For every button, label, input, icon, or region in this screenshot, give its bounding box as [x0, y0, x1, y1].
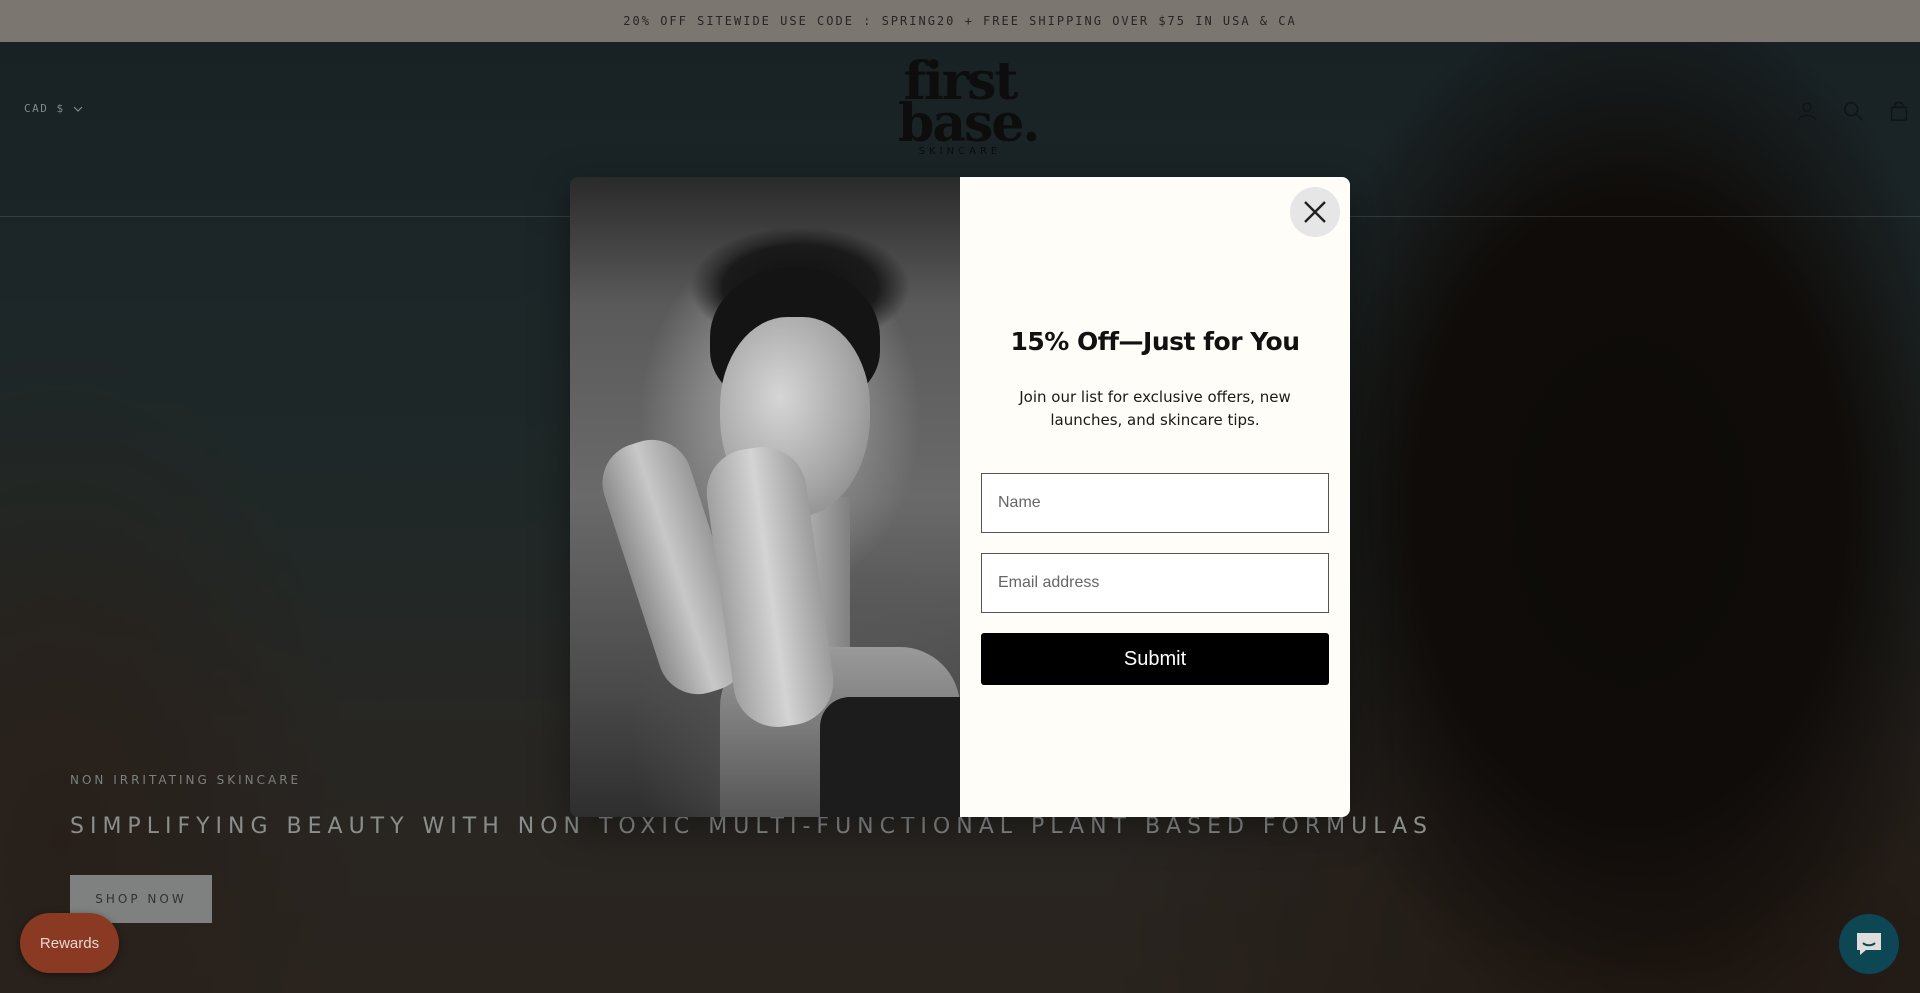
email-input[interactable] — [981, 553, 1329, 613]
brand-logo[interactable]: first base. SKINCARE — [898, 56, 1041, 160]
currency-selector[interactable]: CAD $ — [24, 102, 83, 115]
cart-icon[interactable] — [1886, 98, 1912, 124]
chevron-down-icon — [73, 106, 83, 112]
close-icon — [1304, 201, 1326, 223]
rewards-button[interactable]: Rewards — [20, 913, 119, 973]
popup-description: Join our list for exclusive offers, new … — [1019, 388, 1291, 429]
header-icons — [1794, 98, 1920, 124]
announcement-bar: 20% OFF SITEWIDE USE CODE : SPRING20 + F… — [0, 0, 1920, 42]
name-input[interactable] — [981, 473, 1329, 533]
search-icon[interactable] — [1840, 98, 1866, 124]
popup-form: 15% Off—Just for You Join our list for e… — [960, 177, 1350, 817]
announcement-text: 20% OFF SITEWIDE USE CODE : SPRING20 + F… — [623, 14, 1297, 28]
logo-line-2: base. — [898, 93, 1041, 154]
submit-button[interactable]: Submit — [981, 633, 1329, 685]
popup-title: 15% Off—Just for You — [1010, 327, 1300, 356]
signup-popup: 15% Off—Just for You Join our list for e… — [570, 177, 1350, 817]
hero-subtitle: NON IRRITATING SKINCARE — [70, 773, 302, 787]
chat-icon[interactable] — [1839, 914, 1899, 974]
close-popup-button[interactable] — [1290, 187, 1340, 237]
popup-image — [570, 177, 960, 817]
hero-title: SIMPLIFYING BEAUTY WITH NON TOXIC MULTI-… — [70, 814, 1434, 839]
currency-label: CAD $ — [24, 102, 65, 115]
account-icon[interactable] — [1794, 98, 1820, 124]
